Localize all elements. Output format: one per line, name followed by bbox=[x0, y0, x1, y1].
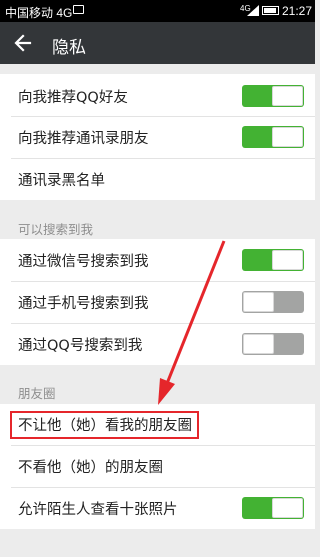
list-item-recommend-contacts[interactable]: 向我推荐通讯录朋友 bbox=[0, 117, 315, 158]
toggle-switch[interactable] bbox=[242, 291, 304, 313]
list-item-stranger-ten-photos[interactable]: 允许陌生人查看十张照片 bbox=[0, 488, 315, 529]
list-item-blacklist[interactable]: 通讯录黑名单 bbox=[0, 159, 315, 200]
list-item-hide-their-moments[interactable]: 不看他（她）的朋友圈 bbox=[0, 446, 315, 487]
image-notification-icon bbox=[73, 5, 84, 14]
row-label: 不看他（她）的朋友圈 bbox=[18, 460, 163, 476]
toggle-switch[interactable] bbox=[242, 497, 304, 519]
clock: 21:27 bbox=[282, 4, 313, 18]
toggle-knob bbox=[272, 127, 303, 147]
row-label: 通过QQ号搜索到我 bbox=[18, 338, 143, 354]
toggle-knob bbox=[272, 86, 303, 106]
row-label: 通过微信号搜索到我 bbox=[18, 254, 149, 270]
toggle-switch[interactable] bbox=[242, 249, 304, 271]
carrier-label: 中国移动 4G bbox=[5, 6, 73, 20]
row-label: 通讯录黑名单 bbox=[18, 173, 105, 189]
section-header-label: 可以搜索到我 bbox=[18, 222, 94, 237]
signal-icon bbox=[247, 5, 259, 16]
list-item-recommend-qq[interactable]: 向我推荐QQ好友 bbox=[0, 76, 315, 117]
battery-icon bbox=[262, 6, 279, 15]
highlight-box bbox=[10, 411, 199, 439]
list-item-search-wechat-id[interactable]: 通过微信号搜索到我 bbox=[0, 240, 315, 281]
section-header-moments: 朋友圈 bbox=[0, 374, 315, 407]
search-section: 通过微信号搜索到我 通过手机号搜索到我 通过QQ号搜索到我 bbox=[0, 239, 315, 365]
toggle-switch[interactable] bbox=[242, 333, 304, 355]
toggle-knob bbox=[243, 292, 274, 312]
row-label: 通过手机号搜索到我 bbox=[18, 296, 149, 312]
toggle-switch[interactable] bbox=[242, 126, 304, 148]
page-title: 隐私 bbox=[52, 38, 86, 58]
list-item-search-phone[interactable]: 通过手机号搜索到我 bbox=[0, 282, 315, 323]
row-label: 向我推荐QQ好友 bbox=[18, 90, 128, 106]
toggle-knob bbox=[243, 334, 274, 354]
toggle-switch[interactable] bbox=[242, 85, 304, 107]
list-item-search-qq[interactable]: 通过QQ号搜索到我 bbox=[0, 324, 315, 365]
toggle-knob bbox=[272, 498, 303, 518]
arrow-left-icon[interactable] bbox=[13, 33, 33, 53]
row-label: 允许陌生人查看十张照片 bbox=[18, 502, 178, 518]
status-bar: 中国移动 4G 4G 21:27 bbox=[0, 0, 315, 22]
app-bar: 隐私 bbox=[0, 22, 315, 64]
section-header-label: 朋友圈 bbox=[18, 386, 56, 401]
row-label: 向我推荐通讯录朋友 bbox=[18, 131, 149, 147]
toggle-knob bbox=[272, 250, 303, 270]
recommend-section: 向我推荐QQ好友 向我推荐通讯录朋友 通讯录黑名单 bbox=[0, 74, 315, 200]
